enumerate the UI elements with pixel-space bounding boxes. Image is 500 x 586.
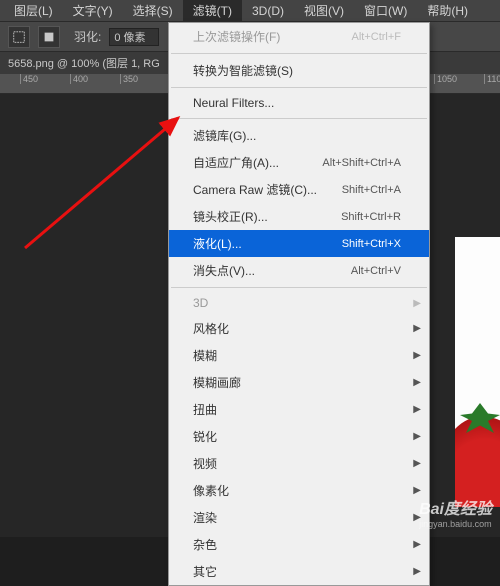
document-tab[interactable]: 5658.png @ 100% (图层 1, RG (8, 55, 160, 71)
menu-separator (171, 287, 427, 288)
chevron-right-icon: ▶ (413, 431, 421, 442)
menu-label: 转换为智能滤镜(S) (193, 62, 293, 79)
menubar: 图层(L) 文字(Y) 选择(S) 滤镜(T) 3D(D) 视图(V) 窗口(W… (0, 0, 500, 22)
chevron-right-icon: ▶ (413, 539, 421, 550)
menu-lens-correction[interactable]: 镜头校正(R)... Shift+Ctrl+R (169, 203, 429, 230)
tool-icon-2[interactable] (38, 26, 60, 48)
strawberry-image (455, 417, 500, 507)
feather-label: 羽化: (74, 28, 101, 45)
image-preview (455, 237, 500, 507)
menu-separator (171, 87, 427, 88)
menu-shortcut: Shift+Ctrl+X (342, 238, 401, 250)
rect-icon (42, 30, 56, 44)
menu-select[interactable]: 选择(S) (123, 0, 183, 21)
menu-blur[interactable]: 模糊 ▶ (169, 342, 429, 369)
menu-window[interactable]: 窗口(W) (354, 0, 417, 21)
menu-liquify[interactable]: 液化(L)... Shift+Ctrl+X (169, 230, 429, 257)
menu-label: 消失点(V)... (193, 262, 255, 279)
menu-neural-filters[interactable]: Neural Filters... (169, 91, 429, 115)
menu-filter[interactable]: 滤镜(T) (183, 0, 242, 21)
menu-label: 扭曲 (193, 401, 217, 418)
chevron-right-icon: ▶ (413, 458, 421, 469)
menu-other[interactable]: 其它 ▶ (169, 558, 429, 585)
menu-shortcut: Alt+Ctrl+F (351, 31, 401, 43)
menu-label: 上次滤镜操作(F) (193, 28, 280, 45)
menu-label: 锐化 (193, 428, 217, 445)
strawberry-leaf (460, 403, 500, 433)
ruler-tick: 400 (70, 74, 88, 84)
menu-shortcut: Shift+Ctrl+A (342, 184, 401, 196)
ruler-tick: 1050 (434, 74, 457, 84)
tool-icon[interactable] (8, 26, 30, 48)
menu-3d-sub[interactable]: 3D ▶ (169, 291, 429, 315)
menu-label: 其它 (193, 563, 217, 580)
menu-text[interactable]: 文字(Y) (63, 0, 123, 21)
menu-label: 像素化 (193, 482, 229, 499)
menu-last-filter[interactable]: 上次滤镜操作(F) Alt+Ctrl+F (169, 23, 429, 50)
menu-separator (171, 53, 427, 54)
menu-adaptive-wide-angle[interactable]: 自适应广角(A)... Alt+Shift+Ctrl+A (169, 149, 429, 176)
menu-camera-raw[interactable]: Camera Raw 滤镜(C)... Shift+Ctrl+A (169, 176, 429, 203)
menu-label: Neural Filters... (193, 96, 274, 110)
menu-view[interactable]: 视图(V) (294, 0, 354, 21)
menu-shortcut: Alt+Shift+Ctrl+A (322, 157, 401, 169)
menu-blur-gallery[interactable]: 模糊画廊 ▶ (169, 369, 429, 396)
menu-distort[interactable]: 扭曲 ▶ (169, 396, 429, 423)
menu-video[interactable]: 视频 ▶ (169, 450, 429, 477)
menu-label: 渲染 (193, 509, 217, 526)
menu-shortcut: Alt+Ctrl+V (351, 265, 401, 277)
menu-noise[interactable]: 杂色 ▶ (169, 531, 429, 558)
menu-help[interactable]: 帮助(H) (417, 0, 478, 21)
menu-label: 视频 (193, 455, 217, 472)
chevron-right-icon: ▶ (413, 323, 421, 334)
menu-render[interactable]: 渲染 ▶ (169, 504, 429, 531)
feather-input[interactable] (109, 28, 159, 46)
chevron-right-icon: ▶ (413, 377, 421, 388)
chevron-right-icon: ▶ (413, 566, 421, 577)
menu-label: 自适应广角(A)... (193, 154, 279, 171)
ruler-tick: 1100 (484, 74, 500, 84)
menu-label: 模糊 (193, 347, 217, 364)
watermark-url: jingyan.baidu.com (419, 519, 492, 529)
watermark: Bai度经验 jingyan.baidu.com (419, 495, 492, 529)
menu-layer[interactable]: 图层(L) (4, 0, 63, 21)
menu-3d[interactable]: 3D(D) (242, 2, 294, 20)
menu-label: Camera Raw 滤镜(C)... (193, 181, 317, 198)
menu-label: 杂色 (193, 536, 217, 553)
menu-label: 模糊画廊 (193, 374, 241, 391)
chevron-right-icon: ▶ (413, 404, 421, 415)
menu-filter-gallery[interactable]: 滤镜库(G)... (169, 122, 429, 149)
ruler-tick: 450 (20, 74, 38, 84)
menu-separator (171, 118, 427, 119)
menu-smart-filter[interactable]: 转换为智能滤镜(S) (169, 57, 429, 84)
filter-dropdown-menu: 上次滤镜操作(F) Alt+Ctrl+F 转换为智能滤镜(S) Neural F… (168, 22, 430, 586)
menu-label: 风格化 (193, 320, 229, 337)
ruler-tick: 350 (120, 74, 138, 84)
menu-label: 3D (193, 296, 208, 310)
chevron-right-icon: ▶ (413, 298, 421, 309)
menu-vanishing-point[interactable]: 消失点(V)... Alt+Ctrl+V (169, 257, 429, 284)
menu-sharpen[interactable]: 锐化 ▶ (169, 423, 429, 450)
marquee-icon (12, 30, 26, 44)
menu-shortcut: Shift+Ctrl+R (341, 211, 401, 223)
menu-stylize[interactable]: 风格化 ▶ (169, 315, 429, 342)
menu-label: 滤镜库(G)... (193, 127, 256, 144)
watermark-logo: Bai度经验 (419, 495, 492, 519)
menu-label: 镜头校正(R)... (193, 208, 268, 225)
chevron-right-icon: ▶ (413, 350, 421, 361)
menu-label: 液化(L)... (193, 235, 242, 252)
menu-pixelate[interactable]: 像素化 ▶ (169, 477, 429, 504)
